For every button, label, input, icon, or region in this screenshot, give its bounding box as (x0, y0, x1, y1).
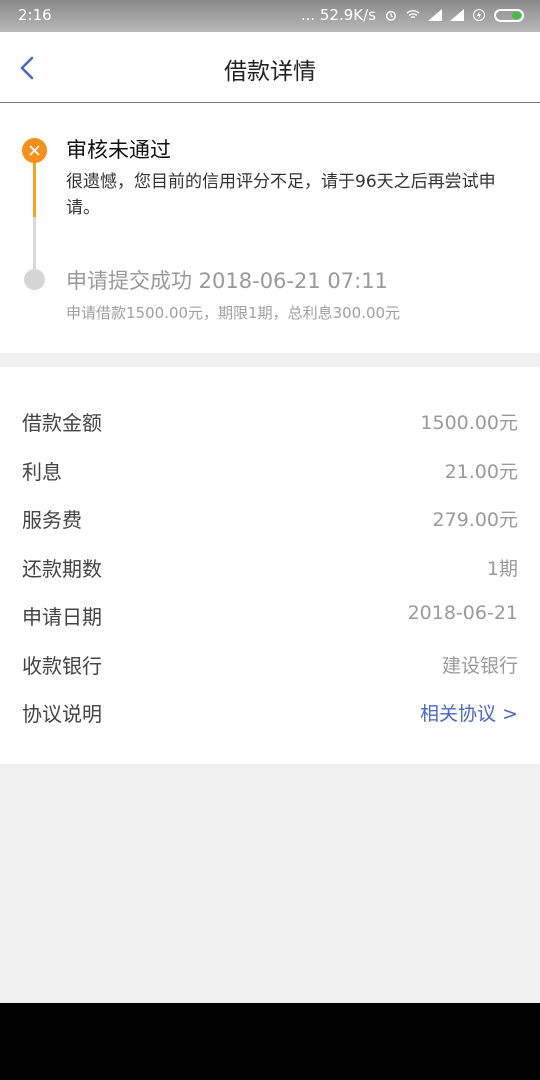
loan-details: 借款金额 1500.00元 利息 21.00元 服务费 279.00元 还款期数… (0, 367, 540, 764)
status-icons: ... 52.9K/s (301, 6, 524, 24)
detail-value: 21.00元 (444, 461, 518, 483)
detail-row-periods: 还款期数 1期 (22, 547, 518, 587)
detail-value: 279.00元 (432, 509, 518, 531)
detail-row-bank: 收款银行 建设银行 (22, 644, 518, 684)
detail-label: 还款期数 (22, 557, 102, 581)
step-desc-failed: 很遗憾，您目前的信用评分不足，请于96天之后再尝试申请。 (66, 172, 496, 218)
status-bar: 2:16 ... 52.9K/s (0, 0, 540, 32)
detail-value: 1期 (486, 558, 518, 580)
charging-icon (473, 9, 485, 21)
step-desc-submitted: 申请借款1500.00元，期限1期，总利息300.00元 (66, 304, 401, 322)
signal-icon-2 (450, 9, 464, 21)
detail-label: 协议说明 (22, 702, 102, 726)
wifi-icon (406, 10, 420, 19)
detail-value: 1500.00元 (420, 412, 518, 434)
detail-row-interest: 利息 21.00元 (22, 450, 518, 490)
step-title-failed: 审核未通过 (66, 138, 171, 162)
app-header: 借款详情 (0, 32, 540, 103)
detail-label: 利息 (22, 460, 62, 484)
timeline-line-inactive (33, 217, 36, 269)
detail-label: 借款金额 (22, 411, 102, 435)
detail-row-service-fee: 服务费 279.00元 (22, 498, 518, 538)
battery-icon (494, 8, 524, 22)
detail-value: 建设银行 (441, 655, 518, 677)
net-speed: ... 52.9K/s (300, 6, 376, 24)
detail-row-amount: 借款金额 1500.00元 (22, 401, 518, 441)
fail-x-icon (22, 138, 47, 163)
signal-icon (428, 9, 442, 21)
timeline-dot-done (24, 269, 45, 290)
step-title-submitted: 申请提交成功 2018-06-21 07:11 (66, 269, 388, 293)
system-nav-bar (0, 1003, 540, 1080)
status-time: 2:16 (18, 6, 52, 24)
page-title: 借款详情 (224, 59, 316, 85)
detail-value: 2018-06-21 (407, 602, 518, 624)
status-timeline: 审核未通过 很遗憾，您目前的信用评分不足，请于96天之后再尝试申请。 申请提交成… (0, 103, 540, 353)
detail-row-apply-date: 申请日期 2018-06-21 (22, 595, 518, 635)
alarm-icon (386, 10, 396, 21)
detail-label: 服务费 (22, 508, 82, 532)
timeline-line-active (33, 159, 36, 217)
detail-label: 收款银行 (22, 654, 102, 678)
agreement-link[interactable]: 相关协议 > (420, 699, 518, 726)
detail-row-agreement[interactable]: 协议说明 相关协议 > (22, 692, 518, 732)
detail-label: 申请日期 (22, 605, 102, 629)
